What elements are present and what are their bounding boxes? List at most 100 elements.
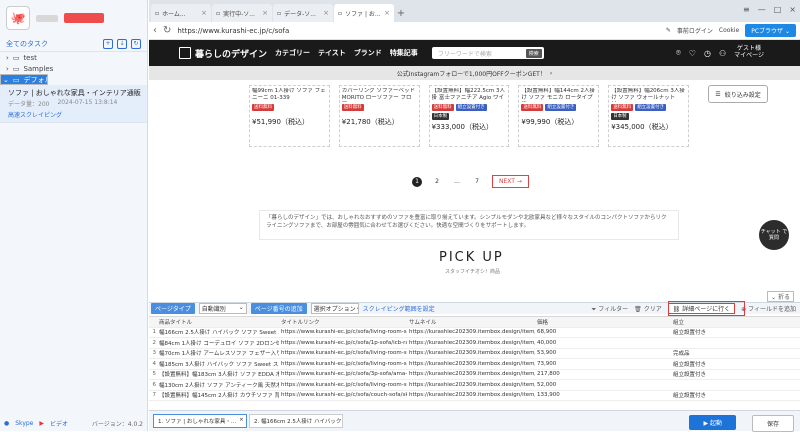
chat-button[interactable]: チャット で質問 <box>759 220 789 250</box>
account-name-blurred <box>36 14 58 22</box>
col-thumb[interactable]: サムネイル <box>407 318 535 326</box>
col-link[interactable]: タイトルリンク <box>279 318 407 326</box>
menu-category[interactable]: カテゴリー <box>275 48 310 58</box>
tab-running[interactable]: ▫ 実行中-ソ... × <box>212 4 272 22</box>
table-row[interactable]: 2 幅84cm 1人掛け コーデュロイ ソファ 2Dロンセン... https://… <box>149 338 800 349</box>
clock-icon[interactable]: ◷ <box>704 49 711 58</box>
filter-settings-button[interactable]: ☰ 絞り込み設定 <box>708 85 768 103</box>
chevron-down-icon: ⌄ <box>238 304 244 311</box>
skype-icon[interactable]: ● <box>4 420 9 427</box>
add-field-button[interactable]: ⊕ フィールドを追加 <box>741 304 796 313</box>
page-number-select[interactable]: 選択オプション⌄ <box>310 303 359 314</box>
upgrade-badge[interactable] <box>64 13 104 23</box>
step-tab-2[interactable]: 2. 幅166cm 2.5人掛け ハイバック... <box>249 414 343 428</box>
task-sidebar: 🐙 全てのタスク + ↓ ↻ › ▭ test › ▭ Samples ⌄ ▭ … <box>0 0 148 431</box>
back-icon[interactable]: ‹ <box>153 25 157 36</box>
step-tab-1[interactable]: 1. ソファ | おしゃれな家具・... × <box>153 414 247 428</box>
tag-assembly: 組立設置付き <box>635 104 667 111</box>
product-card[interactable]: 【設置無料】幅206cm 3人掛け ソファ ウォールナット 杉... 送料無料 … <box>608 85 689 147</box>
promo-banner[interactable]: 公式Instagramフォローで1,000円OFFクーポンGET！ › <box>149 66 800 80</box>
site-brand[interactable]: 暮らしのデザイン <box>179 47 267 60</box>
close-icon[interactable]: × <box>239 417 244 425</box>
menu-brand[interactable]: ブランド <box>354 48 382 58</box>
product-card[interactable]: カバーリング ソファーベッド MORITO ローソファー フロア... 送料無料… <box>338 85 420 147</box>
all-tasks-label[interactable]: 全てのタスク <box>6 39 48 49</box>
table-row[interactable]: 4幅185cm 3人掛け ハイバック ソファ Sweet スイー...https… <box>149 359 800 370</box>
folder-samples[interactable]: › ▭ Samples <box>0 63 147 74</box>
pre-login-button[interactable]: 事前ログイン <box>677 26 713 35</box>
chevron-down-icon: ⌄ <box>3 75 9 84</box>
site-search-button[interactable]: 検索 <box>525 48 542 58</box>
table-row[interactable]: 6幅130cm 2人掛け ソファ アンティーク風 天然木 天...https:/… <box>149 380 800 391</box>
page-7[interactable]: 7 <box>472 177 482 187</box>
tab-data[interactable]: ▫ データ-ソ... × <box>273 4 333 22</box>
folder-default[interactable]: ⌄ ▭ デフォルト <box>0 74 48 85</box>
reload-icon[interactable]: ↻ <box>163 25 171 36</box>
task-item[interactable]: ソファ | おしゃれな家具・インテリア通販... データ量：200 2024-0… <box>0 85 147 123</box>
menu-feature[interactable]: 特集記事 <box>390 48 418 58</box>
step-tabs: 1. ソファ | おしゃれな家具・... × 2. 幅166cm 2.5人掛け ハ… <box>149 410 800 432</box>
chevron-right-icon: › <box>6 64 9 73</box>
close-icon[interactable]: × <box>201 9 207 17</box>
filter-button[interactable]: ⏷ フィルター <box>592 304 629 314</box>
menu-taste[interactable]: テイスト <box>318 48 346 58</box>
tab-home[interactable]: ▫ ホーム... × <box>151 4 211 22</box>
pc-browser-select[interactable]: PCブラウザ ⌄ <box>745 24 796 37</box>
refresh-icon[interactable]: ↻ <box>131 38 141 49</box>
video-link[interactable]: ビデオ <box>50 419 68 428</box>
camera-icon[interactable]: ⌾ <box>676 48 681 58</box>
minimize-icon[interactable]: — <box>758 5 766 14</box>
close-icon[interactable]: × <box>384 9 390 17</box>
close-icon[interactable]: × <box>323 9 329 17</box>
page-number-label: ページ番号の追加 <box>250 303 307 314</box>
guest-label[interactable]: ゲスト様 マイページ <box>734 46 764 59</box>
heart-icon[interactable]: ♡ <box>689 49 696 58</box>
product-card[interactable]: 【設置無料】幅222.5cm 3人掛 富士ファニチア Agio ワイド... 送… <box>428 85 510 147</box>
data-table: 商品タイトル タイトルリンク サムネイル 価格 組立 1 幅166cm 2.5人掛… <box>149 316 800 410</box>
col-title[interactable]: 商品タイトル <box>157 318 279 326</box>
chevron-right-icon: › <box>549 69 553 77</box>
new-tab-icon[interactable]: + <box>395 4 407 22</box>
table-row[interactable]: 3幅70cm 1人掛け アームレスソファ フェザー入り 布...https://… <box>149 349 800 359</box>
run-button[interactable]: ▶ 起動 <box>689 415 736 430</box>
maximize-icon[interactable]: □ <box>774 5 782 14</box>
add-folder-icon[interactable]: + <box>103 38 113 49</box>
fast-scrape-link[interactable]: 高速スクレイピング <box>8 110 141 119</box>
clear-button[interactable]: 🗑 クリア <box>634 304 662 313</box>
url-field[interactable]: https://www.kurashi-ec.jp/c/sofa <box>177 27 659 35</box>
page-2[interactable]: 2 <box>432 177 442 187</box>
user-icon[interactable]: ⚇ <box>719 49 726 58</box>
import-icon[interactable]: ↓ <box>117 38 127 49</box>
table-row[interactable]: 7【設置無料】幅145cm 2人掛け カウチソファ 背もた...https://… <box>149 391 800 401</box>
edit-icon[interactable]: ✎ <box>666 27 671 34</box>
next-page-button[interactable]: NEXT → <box>492 175 529 188</box>
go-to-detail-page-button[interactable]: ⛓ 詳細ページに行く <box>667 303 736 314</box>
pickup-subheading: スタッフイチオシ！商品 <box>445 269 501 275</box>
tag-free-shipping: 送料無料 <box>431 104 454 111</box>
table-row[interactable]: 5 【設置無料】幅183cm 3人掛け ソファ EDDA 木製... https:/… <box>149 370 800 380</box>
skype-link[interactable]: Skype <box>15 420 33 427</box>
scrape-range-link[interactable]: スクレイピング範囲を設定 <box>363 304 435 313</box>
page-type-select[interactable]: 自動識別 ⌄ <box>198 303 247 314</box>
video-icon[interactable]: ▶ <box>39 420 44 427</box>
save-button[interactable]: 保存 <box>751 415 794 432</box>
product-card[interactable]: 【設置無料】幅144cm 2人掛け ソファ モニカ ロータイプ 優... 送料無… <box>518 85 600 147</box>
product-card[interactable]: 幅99cm 1人掛け ソファ フェニーニ 01-339 送料無料 ¥51,990… <box>249 85 330 147</box>
tab-sofa[interactable]: ▫ ソファ | お... × <box>334 4 394 22</box>
page-1[interactable]: 1 <box>412 176 422 187</box>
cookie-button[interactable]: Cookie <box>719 27 739 34</box>
site-search-input[interactable]: フリーワードで検索 検索 <box>431 47 544 59</box>
close-window-icon[interactable]: × <box>789 5 796 14</box>
task-data-count: 200 <box>38 101 50 108</box>
plus-circle-icon: ⊕ <box>741 306 747 313</box>
page-icon: ▫ <box>277 9 282 17</box>
folder-test[interactable]: › ▭ test <box>0 52 147 63</box>
menu-icon[interactable]: ≡ <box>743 5 750 14</box>
col-assembly[interactable]: 組立 <box>671 318 794 326</box>
page-icon: ▫ <box>338 9 343 17</box>
chevron-down-icon: ⌄ <box>356 304 358 313</box>
col-price[interactable]: 価格 <box>535 318 671 326</box>
close-icon[interactable]: × <box>262 9 268 17</box>
collapse-panel-button[interactable]: ⌄ 折る <box>767 291 794 302</box>
table-row[interactable]: 1幅166cm 2.5人掛け ハイバック ソファ Sweet スイー...htt… <box>149 328 800 338</box>
